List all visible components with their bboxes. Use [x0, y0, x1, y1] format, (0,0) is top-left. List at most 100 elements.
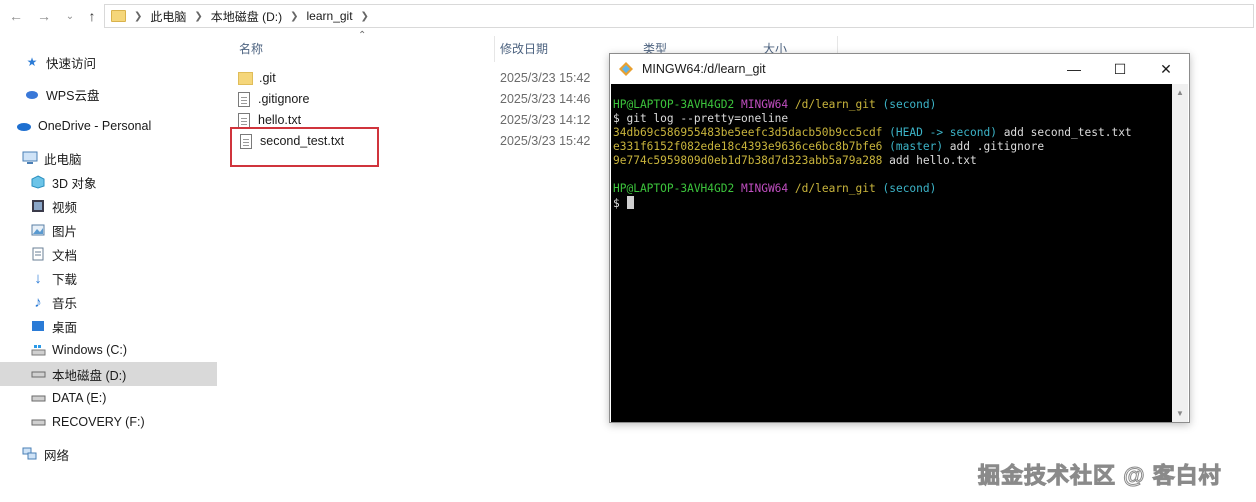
sidebar-item-videos[interactable]: 视频: [0, 194, 217, 218]
prompt-user: HP@LAPTOP-3AVH4GD2: [613, 182, 735, 195]
prompt-env: MINGW64: [741, 98, 789, 111]
file-row-gitignore[interactable]: .gitignore: [238, 89, 309, 109]
breadcrumb-learn-git[interactable]: learn_git: [307, 9, 353, 23]
sidebar-item-drive-c[interactable]: Windows (C:): [0, 338, 217, 362]
document-icon: [30, 246, 46, 262]
drive-icon: [30, 366, 46, 382]
commit-ref: (master): [889, 140, 944, 153]
commit-message: add .gitignore: [943, 140, 1045, 153]
star-icon: ★: [26, 55, 38, 69]
terminal-output[interactable]: HP@LAPTOP-3AVH4GD2 MINGW64 /d/learn_git …: [611, 84, 1173, 422]
desktop-icon: [30, 318, 46, 334]
commit-ref: (HEAD -> second): [889, 126, 997, 139]
sidebar-item-wps-cloud[interactable]: WPS云盘: [0, 82, 217, 106]
video-icon: [30, 198, 46, 214]
sidebar: ★ 快速访问 WPS云盘 OneDrive - Personal 此电脑 3D …: [0, 0, 217, 502]
sidebar-item-label: 文档: [52, 248, 78, 263]
sidebar-item-downloads[interactable]: ↓ 下载: [0, 266, 217, 290]
sidebar-item-label: Windows (C:): [52, 343, 128, 357]
sidebar-item-label: 桌面: [52, 320, 78, 335]
cube-icon: [30, 174, 46, 190]
sidebar-item-onedrive[interactable]: OneDrive - Personal: [0, 114, 217, 138]
column-header-name[interactable]: 名称: [239, 40, 263, 57]
sidebar-item-label: 3D 对象: [52, 176, 97, 191]
prompt-user: HP@LAPTOP-3AVH4GD2: [613, 98, 735, 111]
sidebar-item-label: RECOVERY (F:): [52, 415, 145, 429]
sidebar-item-drive-f[interactable]: RECOVERY (F:): [0, 410, 217, 434]
sidebar-item-quick-access[interactable]: ★ 快速访问: [0, 50, 217, 74]
prompt-path: /d/learn_git: [794, 182, 876, 195]
terminal-scrollbar[interactable]: ▲ ▼: [1172, 84, 1188, 422]
chevron-right-icon: ❯: [360, 10, 369, 22]
column-divider[interactable]: [494, 36, 495, 62]
sidebar-item-drive-e[interactable]: DATA (E:): [0, 386, 217, 410]
file-row-git[interactable]: .git: [238, 68, 276, 88]
commit-hash: 9e774c5959809d0eb1d7b38d7d323abb5a79a288: [613, 154, 883, 167]
commit-message: add second_test.txt: [996, 126, 1132, 139]
prompt-dollar: $: [613, 197, 620, 210]
close-icon[interactable]: ✕: [1143, 54, 1189, 84]
sidebar-item-label: 图片: [52, 224, 78, 239]
prompt-env: MINGW64: [741, 182, 789, 195]
file-modified: 2025/3/23 14:12: [500, 113, 591, 127]
commit-hash: e331f6152f082ede18c4393e9636ce6bc8b7bfe6: [613, 140, 883, 153]
column-header-modified[interactable]: 修改日期: [500, 40, 548, 57]
sidebar-item-label: 音乐: [52, 296, 78, 311]
prompt-line: HP@LAPTOP-3AVH4GD2 MINGW64 /d/learn_git …: [613, 182, 1173, 196]
maximize-icon[interactable]: ☐: [1097, 54, 1143, 84]
file-modified: 2025/3/23 15:42: [500, 71, 591, 85]
terminal-window[interactable]: MINGW64:/d/learn_git — ☐ ✕ HP@LAPTOP-3AV…: [609, 53, 1190, 423]
sort-arrow-icon: ⌃: [358, 30, 367, 41]
minimize-icon[interactable]: —: [1051, 54, 1097, 84]
command-line: $ git log --pretty=oneline: [613, 112, 789, 125]
sidebar-item-music[interactable]: ♪ 音乐: [0, 290, 217, 314]
terminal-title: MINGW64:/d/learn_git: [642, 62, 766, 76]
sidebar-item-3d-objects[interactable]: 3D 对象: [0, 170, 217, 194]
music-icon: ♪: [34, 293, 42, 311]
sidebar-item-label: 视频: [52, 200, 78, 215]
download-icon: ↓: [34, 269, 42, 287]
sidebar-item-label: 此电脑: [44, 152, 82, 167]
breadcrumb-drive-d[interactable]: 本地磁盘 (D:): [211, 8, 282, 25]
text-file-icon: [238, 112, 250, 128]
file-name: .git: [259, 71, 276, 85]
chevron-right-icon: ❯: [290, 10, 299, 22]
sidebar-item-this-pc[interactable]: 此电脑: [0, 146, 217, 170]
sidebar-item-pictures[interactable]: 图片: [0, 218, 217, 242]
sidebar-item-drive-d[interactable]: 本地磁盘 (D:): [0, 362, 217, 386]
sidebar-item-network[interactable]: 网络: [0, 442, 217, 466]
folder-icon: [238, 71, 253, 85]
scroll-down-icon[interactable]: ▼: [1176, 409, 1184, 418]
address-bar[interactable]: ❯ 此电脑 ❯ 本地磁盘 (D:) ❯ learn_git ❯: [104, 4, 1254, 28]
sidebar-item-label: WPS云盘: [46, 88, 100, 103]
picture-icon: [30, 222, 46, 238]
prompt-branch: (second): [882, 182, 937, 195]
git-logo-icon: [618, 61, 634, 77]
input-line[interactable]: $: [613, 196, 1173, 211]
commit-hash: 34db69c586955483be5eefc3d5dacb50b9cc5cdf: [613, 126, 883, 139]
onedrive-icon: [16, 118, 32, 134]
prompt-path: /d/learn_git: [794, 98, 876, 111]
prompt-line: HP@LAPTOP-3AVH4GD2 MINGW64 /d/learn_git …: [613, 98, 1173, 112]
sidebar-item-label: 网络: [44, 448, 70, 463]
drive-icon: [30, 414, 46, 430]
cloud-icon: [24, 86, 40, 102]
log-line: 9e774c5959809d0eb1d7b38d7d323abb5a79a288…: [613, 154, 1173, 168]
sidebar-item-desktop[interactable]: 桌面: [0, 314, 217, 338]
prompt-branch: (second): [882, 98, 937, 111]
text-cursor: [626, 196, 634, 209]
windows-drive-icon: [30, 342, 46, 358]
watermark: 掘金技术社区 @ 客白村: [978, 463, 1222, 489]
drive-icon: [30, 390, 46, 406]
sidebar-item-label: OneDrive - Personal: [38, 119, 152, 133]
file-name: hello.txt: [258, 113, 302, 127]
sidebar-item-label: 快速访问: [46, 56, 97, 71]
file-modified: 2025/3/23 14:46: [500, 92, 591, 106]
file-modified: 2025/3/23 15:42: [500, 134, 591, 148]
log-line: 34db69c586955483be5eefc3d5dacb50b9cc5cdf…: [613, 126, 1173, 140]
commit-message: add hello.txt: [882, 154, 977, 167]
computer-icon: [22, 150, 38, 166]
sidebar-item-documents[interactable]: 文档: [0, 242, 217, 266]
highlight-box: [230, 127, 379, 167]
scroll-up-icon[interactable]: ▲: [1176, 88, 1184, 97]
